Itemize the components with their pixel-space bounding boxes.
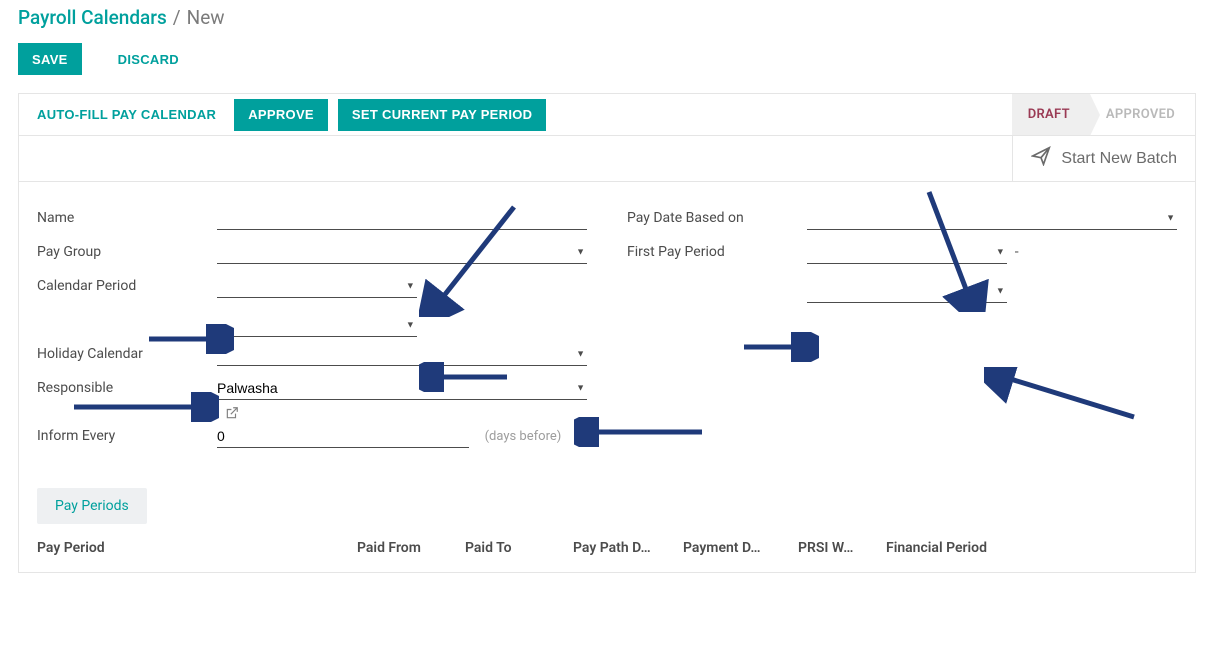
first-pay-period-select-1[interactable] [807,240,1007,264]
status-pipeline: DRAFT APPROVED [1012,94,1195,135]
label-responsible: Responsible [37,376,217,396]
dash-sep: - [1013,244,1021,260]
table-header: Pay Period Paid From Paid To Pay Path D…… [37,534,1177,562]
set-current-period-button[interactable]: SET CURRENT PAY PERIOD [338,99,546,131]
label-calendar-period: Calendar Period [37,274,217,294]
inform-every-input[interactable] [217,424,469,448]
label-paygroup: Pay Group [37,240,217,260]
breadcrumb-root[interactable]: Payroll Calendars [18,6,167,29]
label-name: Name [37,206,217,226]
breadcrumb-current: New [187,6,225,29]
save-button[interactable]: SAVE [18,43,82,75]
col-paid-to: Paid To [465,534,573,562]
calendar-period-select-2[interactable] [217,313,417,337]
breadcrumb-sep: / [173,6,181,29]
label-first-pay-period: First Pay Period [627,240,807,260]
col-pay-path-d: Pay Path D… [573,534,683,562]
label-inform-every: Inform Every [37,424,217,444]
discard-button[interactable]: DISCARD [104,43,193,75]
form-sheet: AUTO-FILL PAY CALENDAR APPROVE SET CURRE… [18,93,1196,573]
calendar-period-select-1[interactable] [217,274,417,298]
col-payment-d: Payment D… [683,534,798,562]
start-new-batch-label: Start New Batch [1061,150,1177,168]
paygroup-select[interactable] [217,240,587,264]
label-pay-date-based: Pay Date Based on [627,206,807,226]
pay-date-based-select[interactable] [807,206,1177,230]
status-draft[interactable]: DRAFT [1012,94,1090,135]
inform-every-hint: (days before) [485,429,562,444]
col-pay-period: Pay Period [37,534,357,562]
breadcrumb: Payroll Calendars / New [18,0,1196,29]
status-approved[interactable]: APPROVED [1090,94,1195,135]
col-financial-period: Financial Period [886,534,1177,562]
external-link-icon[interactable] [225,406,239,424]
autofill-button[interactable]: AUTO-FILL PAY CALENDAR [29,99,224,131]
tab-pay-periods[interactable]: Pay Periods [37,488,147,524]
start-new-batch-button[interactable]: Start New Batch [1012,136,1195,181]
responsible-select[interactable] [217,376,587,400]
col-paid-from: Paid From [357,534,465,562]
dash-sep: - [423,278,431,294]
name-input[interactable] [217,206,587,230]
label-holiday-calendar: Holiday Calendar [37,342,217,362]
first-pay-period-select-2[interactable] [807,279,1007,303]
approve-button[interactable]: APPROVE [234,99,328,131]
holiday-calendar-select[interactable] [217,342,587,366]
paper-plane-icon [1031,146,1051,171]
col-prsi-w: PRSI W… [798,534,886,562]
